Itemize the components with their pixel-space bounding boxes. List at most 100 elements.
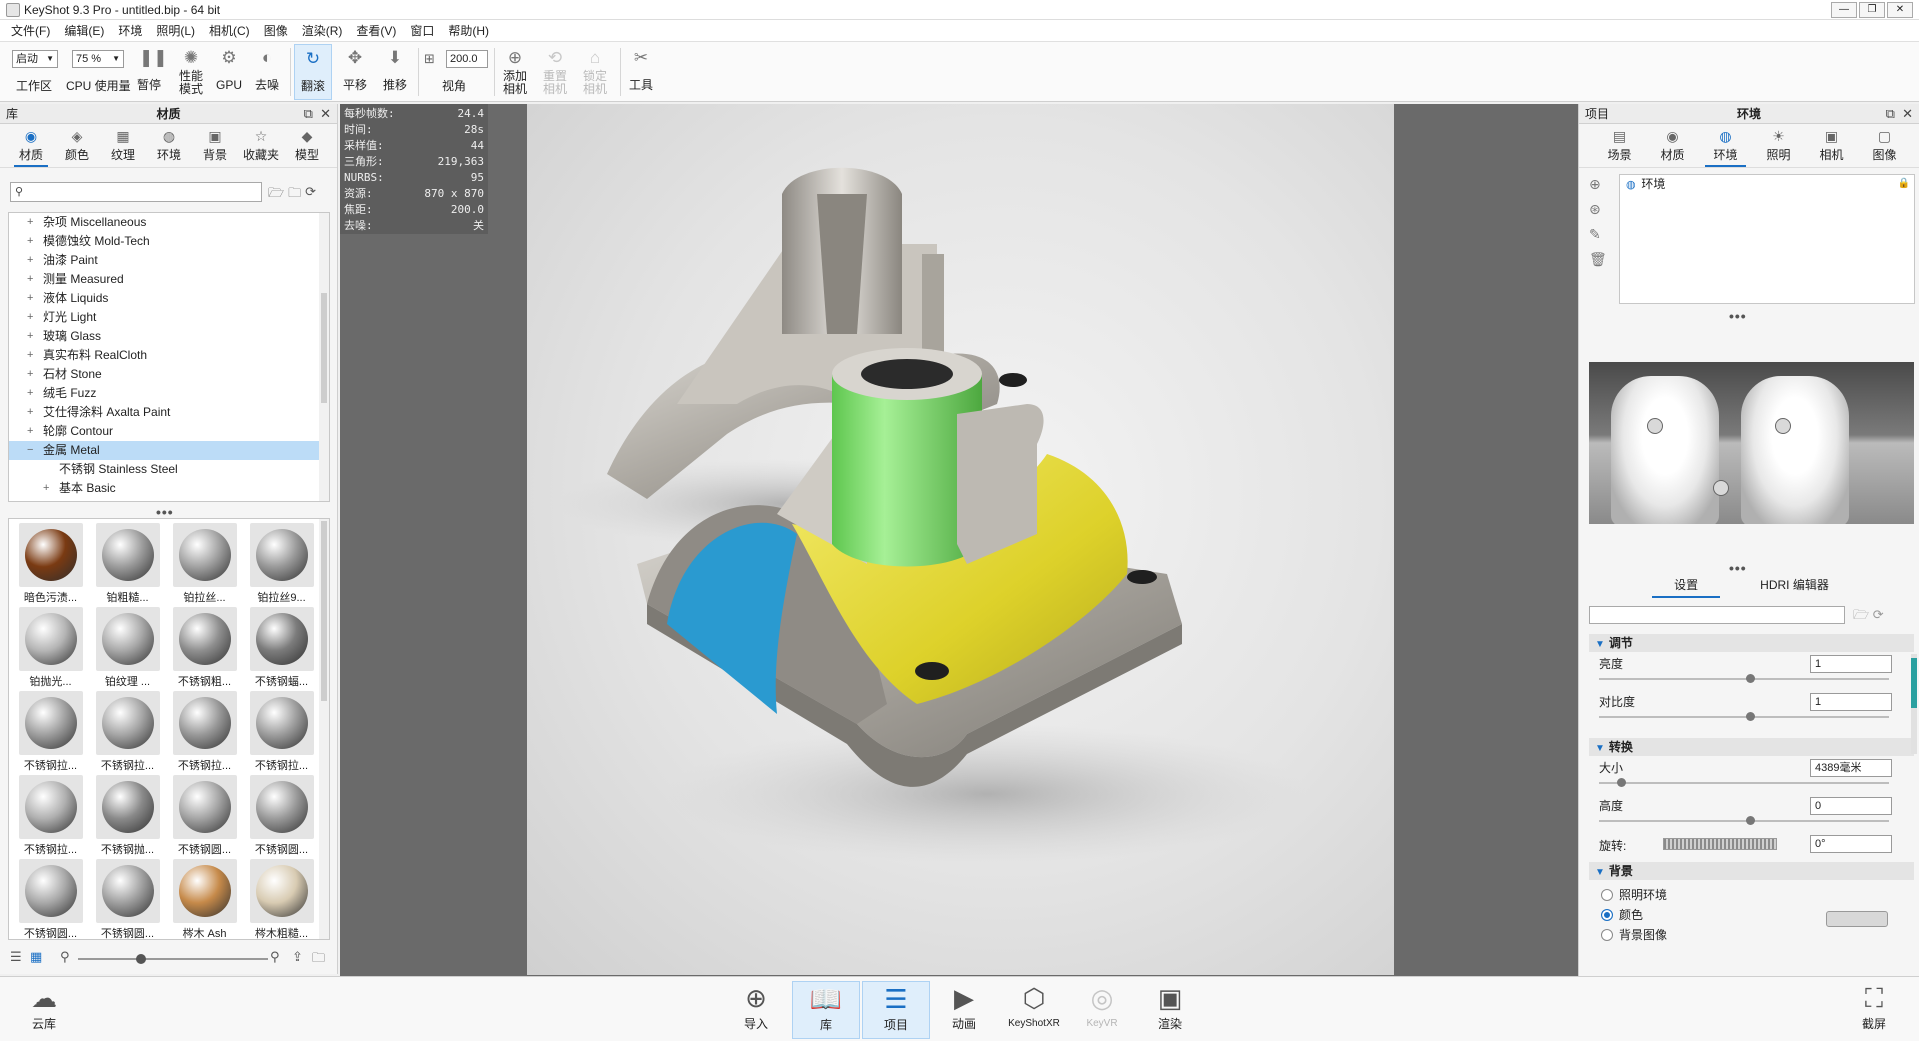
close-icon[interactable]: ✕ (320, 106, 331, 121)
hdri-light-pin[interactable] (1647, 418, 1663, 434)
brightness-slider-knob[interactable] (1746, 674, 1755, 683)
material-thumbnail[interactable]: 不锈钢圆... (13, 859, 88, 939)
material-thumbnail[interactable]: 不锈钢圆... (167, 775, 242, 859)
library-tab-4[interactable]: ▣ 背景 (192, 124, 238, 167)
tumble-button[interactable]: ↻ 翻滚 (294, 44, 332, 100)
hdri-light-pin[interactable] (1775, 418, 1791, 434)
material-thumbnail[interactable]: 铂拉丝9... (244, 523, 319, 607)
refresh-icon[interactable]: ⟳ (1873, 607, 1884, 622)
height-input[interactable]: 0 (1810, 797, 1892, 815)
thumbnail-size-slider-knob[interactable] (136, 954, 146, 964)
project-tab-5[interactable]: ▢ 图像 (1858, 124, 1911, 167)
project-tab-3[interactable]: ☀ 照明 (1752, 124, 1805, 167)
workspace-select[interactable]: 启动 ▼ (12, 50, 58, 68)
library-tab-5[interactable]: ☆ 收藏夹 (238, 124, 284, 167)
tree-item[interactable]: + 油漆 Paint (9, 251, 329, 270)
library-tab-1[interactable]: ◈ 颜色 (54, 124, 100, 167)
menu-file[interactable]: 文件(F) (4, 22, 57, 39)
edit-environment-icon[interactable]: ✎ (1589, 226, 1607, 243)
radio-button[interactable] (1601, 928, 1613, 941)
tree-item[interactable]: + 灯光 Light (9, 308, 329, 327)
expand-toggle-icon[interactable]: − (27, 441, 33, 460)
pause-button[interactable]: ❚❚ 暂停 (130, 44, 168, 100)
size-slider-knob[interactable] (1617, 778, 1626, 787)
expand-toggle-icon[interactable]: + (27, 403, 33, 422)
duplicate-environment-icon[interactable]: ⊛ (1589, 201, 1607, 218)
expand-toggle-icon[interactable]: + (27, 422, 33, 441)
library-tab-6[interactable]: ◆ 模型 (284, 124, 330, 167)
open-folder-icon[interactable]: 🗁 (1853, 607, 1869, 622)
expand-toggle-icon[interactable]: + (27, 384, 33, 403)
hdri-preview[interactable] (1589, 362, 1914, 524)
expand-toggle-icon[interactable]: + (27, 327, 33, 346)
tree-scrollbar[interactable] (319, 213, 329, 501)
field-of-view-input[interactable]: 200.0 (446, 50, 488, 68)
splitter-handle[interactable]: ••• (1729, 308, 1747, 324)
menu-image[interactable]: 图像 (257, 22, 295, 39)
tree-item[interactable]: 不锈钢 Stainless Steel (9, 460, 329, 479)
project-tab-4[interactable]: ▣ 相机 (1805, 124, 1858, 167)
hdri-sun-pin[interactable] (1713, 480, 1729, 496)
background-option[interactable]: 颜色 (1601, 906, 1643, 923)
expand-toggle-icon[interactable]: + (27, 289, 33, 308)
radio-button[interactable] (1601, 888, 1613, 901)
upload-icon[interactable]: ⇪ (292, 949, 303, 965)
tree-item[interactable]: + 模德蚀纹 Mold-Tech (9, 232, 329, 251)
radio-button[interactable] (1601, 908, 1613, 921)
tree-item[interactable]: + 液体 Liquids (9, 289, 329, 308)
expand-toggle-icon[interactable]: + (27, 308, 33, 327)
add-camera-button[interactable]: ⊕ 添加 相机 (496, 44, 534, 100)
material-thumbnail[interactable]: 梣木粗糙... (244, 859, 319, 939)
height-slider[interactable] (1599, 820, 1889, 822)
tree-item[interactable]: + 石材 Stone (9, 365, 329, 384)
library-tab-2[interactable]: ▦ 纹理 (100, 124, 146, 167)
brightness-input[interactable]: 1 (1810, 655, 1892, 673)
cpu-usage-select[interactable]: 75 % ▼ (72, 50, 124, 68)
cloud-library-button[interactable]: ☁ 云库 (10, 981, 78, 1039)
tree-scrollbar-thumb[interactable] (321, 293, 327, 403)
keyshotxr-button[interactable]: ⬡ KeyShotXR (1000, 981, 1068, 1039)
gpu-button[interactable]: ⚙ GPU (210, 44, 248, 100)
tree-item[interactable]: + 轮廓 Contour (9, 422, 329, 441)
tree-item[interactable]: + 玻璃 Glass (9, 327, 329, 346)
expand-toggle-icon[interactable]: + (27, 251, 33, 270)
height-slider-knob[interactable] (1746, 816, 1755, 825)
minimize-button[interactable]: — (1831, 2, 1857, 18)
expand-toggle-icon[interactable]: + (27, 213, 33, 232)
trash-icon[interactable]: 🗑 (1589, 251, 1607, 268)
menu-render[interactable]: 渲染(R) (295, 22, 350, 39)
project-tab-0[interactable]: ▤ 场景 (1593, 124, 1646, 167)
section-background[interactable]: ▼ 背景 (1589, 862, 1914, 880)
menu-view[interactable]: 查看(V) (349, 22, 403, 39)
pan-button[interactable]: ✥ 平移 (336, 44, 374, 100)
material-thumbnail[interactable]: 铂抛光... (13, 607, 88, 691)
size-slider[interactable] (1599, 782, 1889, 784)
performance-mode-button[interactable]: ✺ 性能 模式 (172, 44, 210, 100)
material-thumbnail[interactable]: 铂纹理 ... (90, 607, 165, 691)
menu-camera[interactable]: 相机(C) (202, 22, 257, 39)
material-thumbnail[interactable]: 不锈钢拉... (167, 691, 242, 775)
expand-toggle-icon[interactable]: + (27, 365, 33, 384)
environment-list-item[interactable]: ◍ 环境 🔒 (1620, 175, 1914, 193)
material-thumbnail[interactable]: 梣木 Ash (167, 859, 242, 939)
expand-toggle-icon[interactable]: + (43, 479, 49, 498)
zoom-out-icon[interactable]: ⚲ (60, 949, 70, 965)
project-tab-1[interactable]: ◉ 材质 (1646, 124, 1699, 167)
project-tab-2[interactable]: ◍ 环境 (1699, 124, 1752, 167)
rotation-dial[interactable] (1663, 838, 1777, 850)
section-adjust[interactable]: ▼ 调节 (1589, 634, 1914, 652)
material-thumbnail[interactable]: 铂粗糙... (90, 523, 165, 607)
material-thumbnail[interactable]: 不锈钢抛... (90, 775, 165, 859)
material-thumbnail[interactable]: 暗色污渍... (13, 523, 88, 607)
library-toggle-button[interactable]: 📖 库 (792, 981, 860, 1039)
material-thumbnail[interactable]: 不锈钢拉... (244, 691, 319, 775)
denoise-button[interactable]: ◐ 去噪 (248, 44, 286, 100)
keyvr-button[interactable]: ◎ KeyVR (1068, 981, 1136, 1039)
tree-item[interactable]: − 金属 Metal (9, 441, 329, 460)
tab-settings[interactable]: 设置 (1652, 574, 1721, 598)
contrast-input[interactable]: 1 (1810, 693, 1892, 711)
thumbnails-scrollbar-thumb[interactable] (321, 521, 327, 701)
material-thumbnail[interactable]: 不锈钢蝠... (244, 607, 319, 691)
size-input[interactable]: 4389毫米 (1810, 759, 1892, 777)
menu-environment[interactable]: 环境 (111, 22, 149, 39)
